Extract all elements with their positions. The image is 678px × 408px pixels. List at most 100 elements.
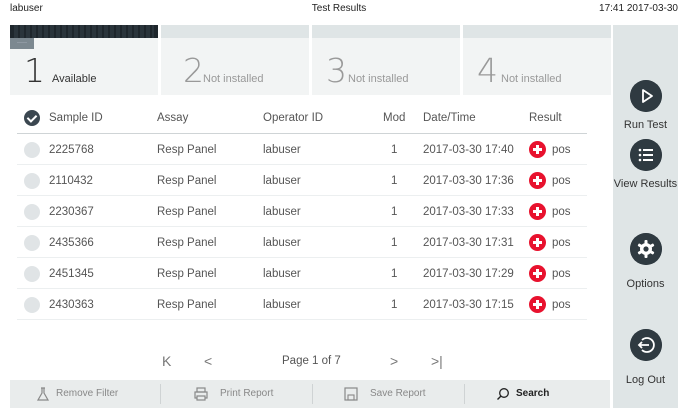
positive-result-icon [529, 265, 546, 282]
module: 1 [391, 299, 398, 311]
positive-result-icon [529, 141, 546, 158]
positive-result-icon [529, 234, 546, 251]
assay: Resp Panel [157, 206, 217, 218]
options-button[interactable]: Options [613, 233, 678, 293]
run-test-button[interactable]: Run Test [613, 52, 678, 131]
assay: Resp Panel [157, 175, 217, 187]
tab-module-2[interactable]: 2 Not installed [161, 25, 309, 95]
row-checkbox[interactable] [24, 204, 40, 220]
prev-page-button[interactable]: < [204, 349, 212, 373]
row-checkbox[interactable] [24, 266, 40, 282]
select-all-checkbox[interactable] [24, 110, 40, 126]
log-out-icon [630, 329, 662, 361]
operator-id: labuser [263, 299, 301, 311]
table-row[interactable]: 2110432 Resp Panel labuser 1 2017-03-30 … [17, 166, 587, 196]
module-status-label: Not installed [348, 73, 409, 85]
pagination: K < Page 1 of 7 > >| [150, 349, 470, 373]
status-bar: labuser Test Results 17:41 2017-03-30 [0, 0, 678, 18]
row-checkbox[interactable] [24, 297, 40, 313]
list-icon [630, 139, 662, 171]
last-page-button[interactable]: >| [431, 349, 443, 373]
module-status-bar [14, 25, 154, 38]
module: 1 [391, 175, 398, 187]
table-row[interactable]: 2230367 Resp Panel labuser 1 2017-03-30 … [17, 197, 587, 227]
assay: Resp Panel [157, 268, 217, 280]
module-number: 4 [477, 51, 498, 90]
date-time: 2017-03-30 17:40 [423, 144, 514, 156]
positive-result-icon [529, 296, 546, 313]
sample-id: 2230367 [49, 206, 94, 218]
col-date-time[interactable]: Date/Time [423, 102, 476, 134]
result: pos [552, 144, 571, 156]
date-time: 2017-03-30 17:33 [423, 206, 514, 218]
col-result[interactable]: Result [529, 102, 562, 134]
flask-icon [36, 387, 50, 401]
module-status-label: Not installed [501, 73, 562, 85]
col-sample-id[interactable]: Sample ID [49, 102, 103, 134]
module-status-label: Available [52, 73, 97, 85]
positive-result-icon [529, 172, 546, 189]
table-row[interactable]: 2451345 Resp Panel labuser 1 2017-03-30 … [17, 259, 587, 289]
view-results-button[interactable]: View Results [613, 139, 678, 219]
module-status-label: Not installed [203, 73, 264, 85]
first-page-button[interactable]: K [162, 349, 171, 373]
row-checkbox[interactable] [24, 173, 40, 189]
col-operator-id[interactable]: Operator ID [263, 102, 323, 134]
sample-id: 2225768 [49, 144, 94, 156]
play-icon [630, 80, 662, 112]
page-indicator: Page 1 of 7 [282, 355, 341, 367]
table-row[interactable]: 2435366 Resp Panel labuser 1 2017-03-30 … [17, 228, 587, 258]
search-button[interactable]: Search [466, 380, 616, 408]
sample-id: 2451345 [49, 268, 94, 280]
floppy-disk-icon [344, 387, 358, 401]
gear-icon [630, 233, 662, 265]
assay: Resp Panel [157, 237, 217, 249]
log-out-button[interactable]: Log Out [613, 329, 678, 389]
result: pos [552, 206, 571, 218]
date-time: 2017-03-30 17:31 [423, 237, 514, 249]
tab-module-1[interactable]: ····· 1 Available [10, 25, 158, 95]
result: pos [552, 268, 571, 280]
date-time: 2017-03-30 17:15 [423, 299, 514, 311]
date-time: 2017-03-30 17:36 [423, 175, 514, 187]
print-report-button[interactable]: Print Report [162, 380, 312, 408]
assay: Resp Panel [157, 144, 217, 156]
module: 1 [391, 237, 398, 249]
module: 1 [391, 206, 398, 218]
tab-module-4[interactable]: 4 Not installed [463, 25, 611, 95]
sample-id: 2430363 [49, 299, 94, 311]
row-checkbox[interactable] [24, 235, 40, 251]
operator-id: labuser [263, 144, 301, 156]
operator-id: labuser [263, 268, 301, 280]
result: pos [552, 175, 571, 187]
remove-filter-button[interactable]: Remove Filter [10, 380, 160, 408]
module: 1 [391, 268, 398, 280]
module-tabs: ····· 1 Available 2 Not installed 3 Not … [10, 25, 611, 95]
action-sidebar: Run Test View Results Options Log Out [613, 25, 678, 408]
assay: Resp Panel [157, 299, 217, 311]
next-page-button[interactable]: > [390, 349, 398, 373]
app-window: labuser Test Results 17:41 2017-03-30 ··… [0, 0, 678, 408]
row-checkbox[interactable] [24, 142, 40, 158]
module-tag: ····· [10, 38, 34, 49]
screen-title: Test Results [311, 3, 367, 14]
table-row[interactable]: 2430363 Resp Panel labuser 1 2017-03-30 … [17, 290, 587, 320]
col-mod[interactable]: Mod [383, 102, 405, 134]
sample-id: 2110432 [49, 175, 93, 187]
sample-id: 2435366 [49, 237, 94, 249]
search-icon [497, 388, 509, 400]
date-time: 2017-03-30 17:29 [423, 268, 514, 280]
module-number: 1 [24, 51, 45, 90]
printer-icon [194, 387, 208, 401]
result: pos [552, 299, 571, 311]
save-report-button[interactable]: Save Report [314, 380, 464, 408]
positive-result-icon [529, 203, 546, 220]
clock: 17:41 2017-03-30 [599, 3, 678, 14]
module-number: 3 [326, 51, 347, 90]
tab-module-3[interactable]: 3 Not installed [312, 25, 460, 95]
col-assay[interactable]: Assay [157, 102, 188, 134]
module: 1 [391, 144, 398, 156]
operator-id: labuser [263, 175, 301, 187]
table-row[interactable]: 2225768 Resp Panel labuser 1 2017-03-30 … [17, 135, 587, 165]
module-number: 2 [183, 51, 204, 90]
